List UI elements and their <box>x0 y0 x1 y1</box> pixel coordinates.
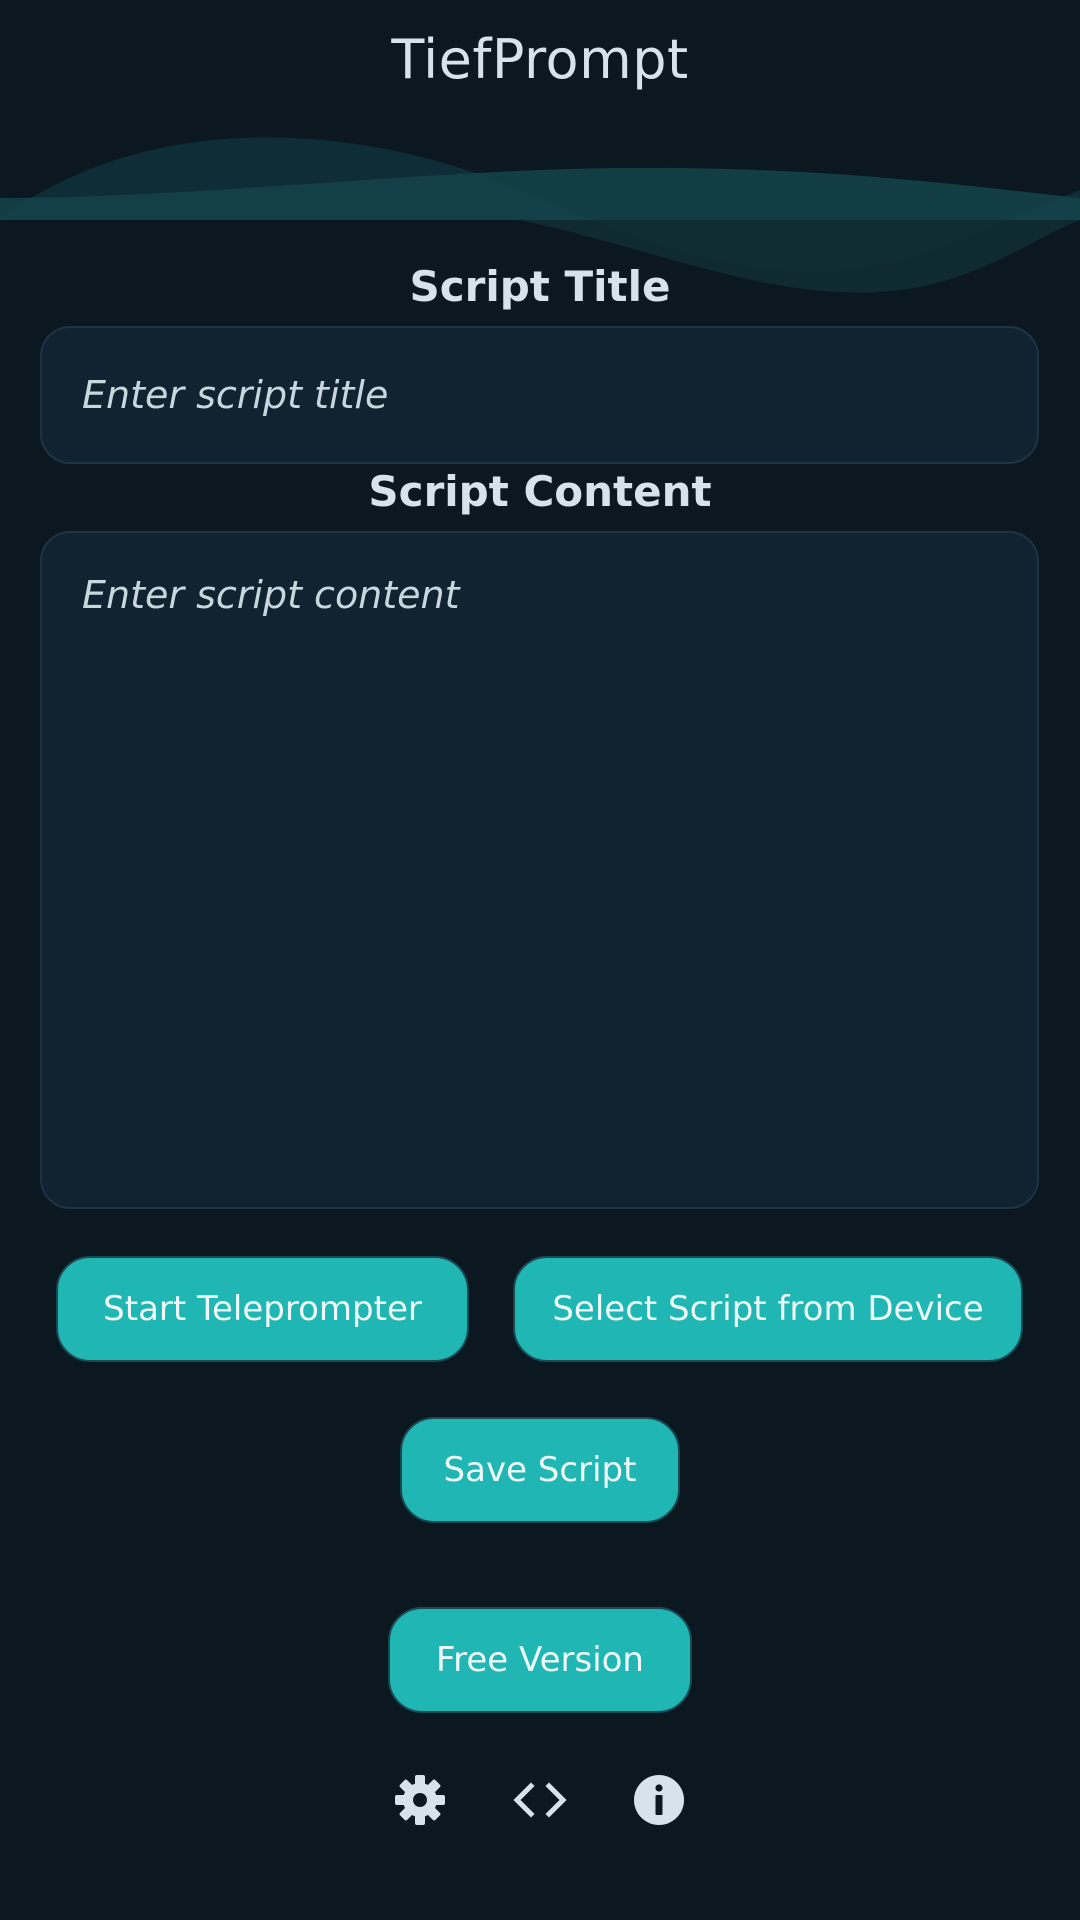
gear-icon[interactable] <box>390 1770 450 1830</box>
info-icon[interactable] <box>629 1770 689 1830</box>
save-script-button[interactable]: Save Script <box>400 1417 680 1523</box>
app-screen: TiefPrompt Script Title Script Content S… <box>0 0 1080 1920</box>
script-title-label: Script Title <box>409 262 671 311</box>
select-script-from-device-button[interactable]: Select Script from Device <box>513 1256 1023 1362</box>
script-content-textarea[interactable] <box>40 531 1039 1209</box>
free-version-button[interactable]: Free Version <box>388 1607 692 1713</box>
script-content-label: Script Content <box>368 467 712 516</box>
code-icon[interactable] <box>510 1770 570 1830</box>
script-title-input[interactable] <box>40 326 1039 464</box>
start-teleprompter-button[interactable]: Start Teleprompter <box>56 1256 469 1362</box>
footer-icon-bar <box>0 1770 1080 1830</box>
app-title: TiefPrompt <box>391 28 689 91</box>
